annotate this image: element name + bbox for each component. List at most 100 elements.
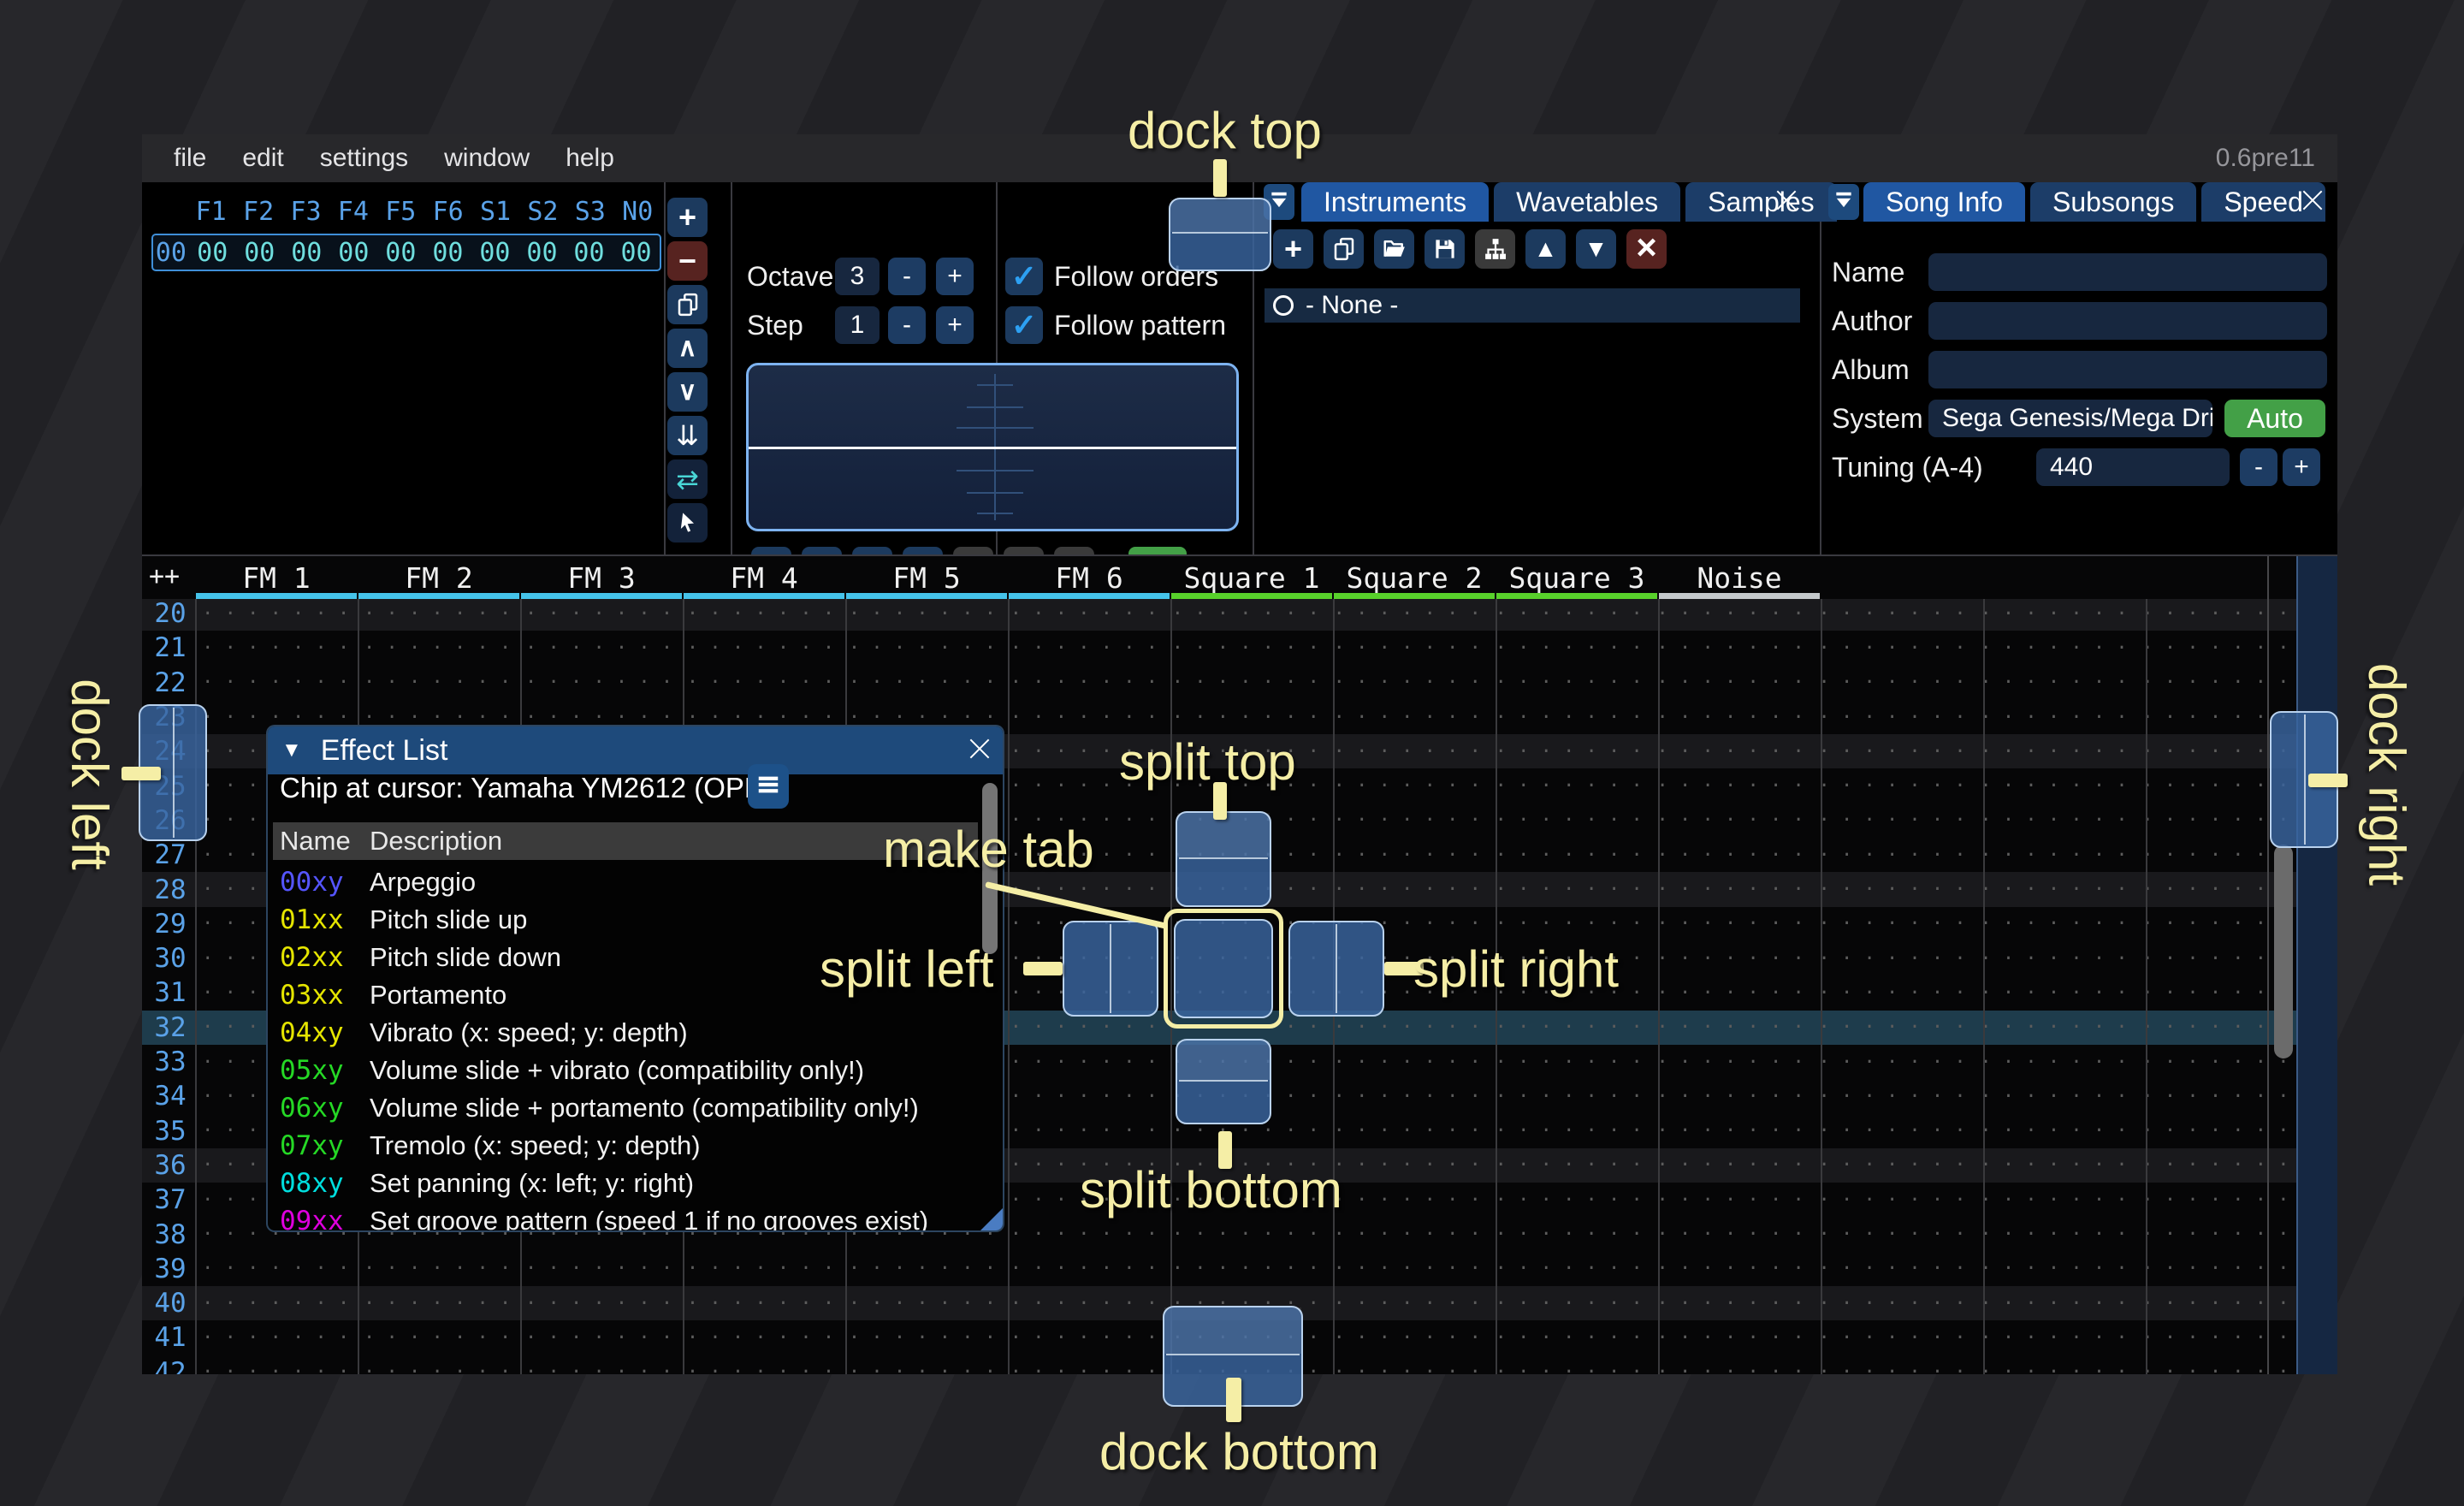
pattern-cell[interactable]: · · · · · · · (1326, 1154, 1488, 1176)
pattern-cell[interactable]: · · · · · · · (1164, 707, 1326, 728)
instrument-tree-button[interactable] (1475, 229, 1515, 269)
tab-subsongs[interactable]: Subsongs (2030, 182, 2196, 222)
pattern-cell[interactable]: · · · · · · · (1164, 1224, 1326, 1245)
order-cell[interactable]: 00 (566, 238, 613, 268)
menu-file[interactable]: file (156, 134, 224, 182)
pattern-cell[interactable]: · · · · · · · (1650, 775, 1811, 797)
pattern-cell[interactable]: · · · · · · · (1973, 603, 2135, 625)
pattern-cell[interactable]: · · · · · · · (2135, 637, 2296, 659)
octave-plus-button[interactable]: + (936, 258, 974, 295)
pattern-cell[interactable]: · · · · · · · (357, 1258, 518, 1279)
effect-row-07xy[interactable]: 07xyTremolo (x: speed; y: depth) (273, 1127, 978, 1165)
effect-row-00xy[interactable]: 00xyArpeggio (273, 863, 978, 901)
collapse-icon[interactable]: ▼ (281, 738, 302, 762)
tuning-plus-button[interactable]: + (2283, 448, 2320, 486)
pattern-cell[interactable]: · · · · · · · (1973, 1154, 2135, 1176)
pattern-cell[interactable]: · · · · · · · (1973, 1224, 2135, 1245)
pattern-cell[interactable]: · · · · · · · (841, 1258, 1003, 1279)
pattern-cell[interactable]: · · · · · · · (357, 1293, 518, 1314)
tuning-minus-button[interactable]: - (2240, 448, 2277, 486)
pattern-row-39[interactable]: 39· · · · · · ·· · · · · · ·· · · · · · … (142, 1252, 2296, 1286)
pattern-cell[interactable]: · · · · · · · (1003, 1120, 1164, 1141)
pattern-scrollbar[interactable] (2274, 845, 2293, 1058)
pattern-cell[interactable]: · · · · · · · (1811, 1052, 1973, 1073)
order-duplicate-button[interactable] (667, 285, 708, 324)
dock-top-target[interactable] (1169, 198, 1271, 271)
effect-list-close-button[interactable] (965, 736, 994, 765)
pattern-cell[interactable]: · · · · · · · (1326, 775, 1488, 797)
pattern-corner-button[interactable]: ++ (149, 561, 180, 591)
pattern-cell[interactable]: · · · · · · · (2135, 1052, 2296, 1073)
pattern-cell[interactable]: · · · · · · · (1326, 845, 1488, 866)
pattern-cell[interactable]: · · · · · · · (1650, 1293, 1811, 1314)
orders-selected-row[interactable]: 0000000000000000000000 (151, 234, 661, 271)
order-cell[interactable]: 00 (236, 238, 283, 268)
pattern-cell[interactable]: · · · · · · · (1650, 982, 1811, 1004)
pattern-cell[interactable]: · · · · · · · (1488, 1258, 1650, 1279)
order-cell[interactable]: 00 (283, 238, 330, 268)
pattern-cell[interactable]: · · · · · · · (1003, 1258, 1164, 1279)
pattern-cell[interactable]: · · · · · · · (1326, 1361, 1488, 1374)
pattern-cell[interactable]: · · · · · · · (1003, 1086, 1164, 1107)
pattern-cell[interactable]: · · · · · · · (518, 1361, 680, 1374)
instrument-delete-button[interactable]: × (1626, 229, 1667, 269)
order-move-up-button[interactable]: ∧ (667, 329, 708, 368)
pattern-cell[interactable]: · · · · · · · (1650, 707, 1811, 728)
instrument-up-button[interactable]: ▲ (1525, 229, 1566, 269)
order-cell[interactable]: 00 (377, 238, 424, 268)
pattern-cell[interactable]: · · · · · · · (680, 1258, 842, 1279)
instrument-list-item[interactable]: - None - (1265, 288, 1800, 323)
pattern-cell[interactable]: · · · · · · · (1811, 1224, 1973, 1245)
pattern-cell[interactable]: · · · · · · · (195, 1327, 357, 1349)
pattern-cell[interactable]: · · · · · · · (1811, 948, 1973, 969)
author-field[interactable] (1928, 302, 2327, 340)
pattern-cell[interactable]: · · · · · · · (2135, 913, 2296, 934)
pattern-cell[interactable]: · · · · · · · (518, 1327, 680, 1349)
pattern-cell[interactable]: · · · · · · · (1488, 913, 1650, 934)
pattern-cell[interactable]: · · · · · · · (1326, 879, 1488, 900)
follow-orders-checkbox[interactable]: ✓ (1005, 258, 1043, 295)
order-cell[interactable]: 00 (189, 238, 236, 268)
pattern-cell[interactable]: · · · · · · · (841, 637, 1003, 659)
pattern-cell[interactable]: · · · · · · · (1003, 603, 1164, 625)
pattern-cell[interactable]: · · · · · · · (2135, 1017, 2296, 1038)
pattern-cell[interactable]: · · · · · · · (1973, 672, 2135, 693)
pattern-cell[interactable]: · · · · · · · (1811, 637, 1973, 659)
pattern-cell[interactable]: · · · · · · · (195, 637, 357, 659)
effect-row-01xx[interactable]: 01xxPitch slide up (273, 901, 978, 939)
pattern-cell[interactable]: · · · · · · · (680, 672, 842, 693)
pattern-cell[interactable]: · · · · · · · (1973, 913, 2135, 934)
pattern-cell[interactable]: · · · · · · · (1811, 775, 1973, 797)
pattern-cell[interactable]: · · · · · · · (841, 603, 1003, 625)
pattern-cell[interactable]: · · · · · · · (1973, 845, 2135, 866)
effect-list-titlebar[interactable]: ▼ Effect List (268, 726, 1003, 774)
pattern-cell[interactable]: · · · · · · · (1488, 1361, 1650, 1374)
pattern-cell[interactable]: · · · · · · · (1488, 1224, 1650, 1245)
pattern-cell[interactable]: · · · · · · · (1326, 1189, 1488, 1211)
pattern-cell[interactable]: · · · · · · · (1973, 1017, 2135, 1038)
order-move-down-button[interactable]: ∨ (667, 372, 708, 412)
menu-help[interactable]: help (548, 134, 632, 182)
pattern-cell[interactable]: · · · · · · · (2135, 672, 2296, 693)
pattern-cell[interactable]: · · · · · · · (2135, 1361, 2296, 1374)
pattern-cell[interactable]: · · · · · · · (1973, 1120, 2135, 1141)
pattern-cell[interactable]: · · · · · · · (195, 1258, 357, 1279)
pattern-cell[interactable]: · · · · · · · (1811, 809, 1973, 831)
pattern-cell[interactable]: · · · · · · · (1326, 1293, 1488, 1314)
order-move-bottom-button[interactable]: ⇊ (667, 416, 708, 455)
instrument-down-button[interactable]: ▼ (1576, 229, 1616, 269)
split-right-target[interactable] (1288, 921, 1384, 1017)
tab-instruments[interactable]: Instruments (1301, 182, 1489, 222)
step-value[interactable]: 1 (835, 306, 880, 344)
pattern-cell[interactable]: · · · · · · · (1973, 982, 2135, 1004)
pattern-cell[interactable]: · · · · · · · (1488, 809, 1650, 831)
channel-header-fm-2[interactable]: FM 2 (358, 561, 520, 595)
pattern-cell[interactable]: · · · · · · · (1973, 1327, 2135, 1349)
effect-list-menu-button[interactable] (748, 764, 789, 809)
pattern-cell[interactable]: · · · · · · · (1650, 1361, 1811, 1374)
pattern-cell[interactable]: · · · · · · · (680, 1361, 842, 1374)
pattern-cell[interactable]: · · · · · · · (1326, 1052, 1488, 1073)
pattern-cell[interactable]: · · · · · · · (841, 672, 1003, 693)
system-select[interactable]: Sega Genesis/Mega Drive (1928, 400, 2212, 437)
pattern-cell[interactable]: · · · · · · · (1811, 913, 1973, 934)
